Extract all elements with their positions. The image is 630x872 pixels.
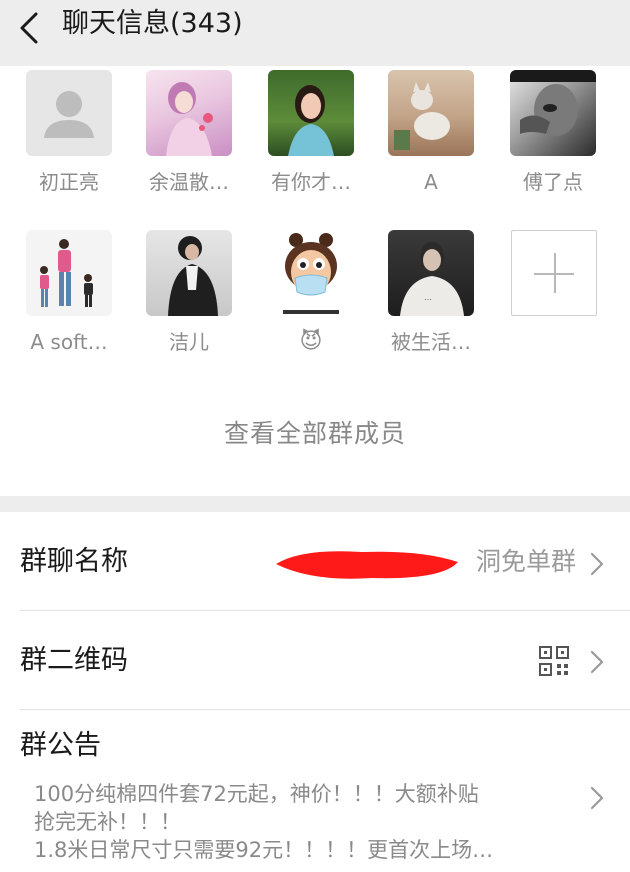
member-name: 傅了点 <box>523 170 583 194</box>
member-name: 被生活… <box>391 330 471 354</box>
member-item[interactable]: 初正亮 <box>19 70 119 194</box>
avatar <box>268 70 354 156</box>
member-name: 余温散… <box>149 170 229 194</box>
notice-line: 100分纯棉四件套72元起，神价！！！大额补贴 <box>34 782 479 806</box>
avatar <box>388 70 474 156</box>
member-item[interactable]: 😈 <box>261 230 361 354</box>
qr-code-icon <box>539 646 569 676</box>
chevron-right-icon <box>590 786 604 810</box>
member-name: 有你才… <box>271 170 351 194</box>
redaction-mark <box>276 551 458 579</box>
chevron-right-icon <box>590 552 604 576</box>
member-item[interactable]: A soft… <box>19 230 119 354</box>
default-avatar-icon <box>26 70 112 156</box>
group-notice-content: 100分纯棉四件套72元起，神价！！！大额补贴 抢完无补！！！ 1.8米日常尺寸… <box>34 780 574 864</box>
member-item[interactable]: A <box>381 70 481 194</box>
member-item[interactable]: 洁儿 <box>139 230 239 354</box>
avatar <box>268 230 354 316</box>
member-name: 😈 <box>299 329 323 354</box>
page-title: 聊天信息(343) <box>62 8 243 39</box>
group-notice-label: 群公告 <box>20 730 101 761</box>
chevron-right-icon <box>590 650 604 674</box>
group-name-value: 洞免单群 <box>475 547 576 576</box>
group-name-label: 群聊名称 <box>20 546 128 577</box>
avatar <box>510 70 596 156</box>
member-item[interactable]: 余温散… <box>139 70 239 194</box>
member-name: A <box>424 170 438 194</box>
notice-line: 抢完无补！！！ <box>34 810 181 834</box>
member-name: A soft… <box>30 330 108 354</box>
member-grid: 初正亮 余温散… 有你才… A 傅了点 A soft… 洁儿 😈 … 被生活… … <box>0 66 630 496</box>
section-separator <box>0 496 630 512</box>
svg-text:…: … <box>424 293 432 302</box>
avatar <box>146 230 232 316</box>
back-arrow-icon[interactable] <box>14 8 48 48</box>
view-all-members-link[interactable]: 查看全部群成员 <box>0 416 630 452</box>
avatar <box>26 230 112 316</box>
member-name: 初正亮 <box>39 170 99 194</box>
notice-line: 1.8米日常尺寸只需要92元！！！！更首次上场… <box>34 838 494 862</box>
avatar <box>146 70 232 156</box>
top-bar: 聊天信息(343) <box>0 0 630 66</box>
member-item[interactable]: 有你才… <box>261 70 361 194</box>
member-item[interactable]: 傅了点 <box>503 70 603 194</box>
member-name: 洁儿 <box>169 330 209 354</box>
group-qr-row[interactable]: 群二维码 <box>0 611 630 709</box>
group-name-row[interactable]: 群聊名称 洞免单群 <box>0 512 630 610</box>
member-item[interactable]: … 被生活… <box>381 230 481 354</box>
avatar: … <box>388 230 474 316</box>
group-qr-label: 群二维码 <box>20 645 128 676</box>
add-member-button[interactable] <box>511 230 597 316</box>
